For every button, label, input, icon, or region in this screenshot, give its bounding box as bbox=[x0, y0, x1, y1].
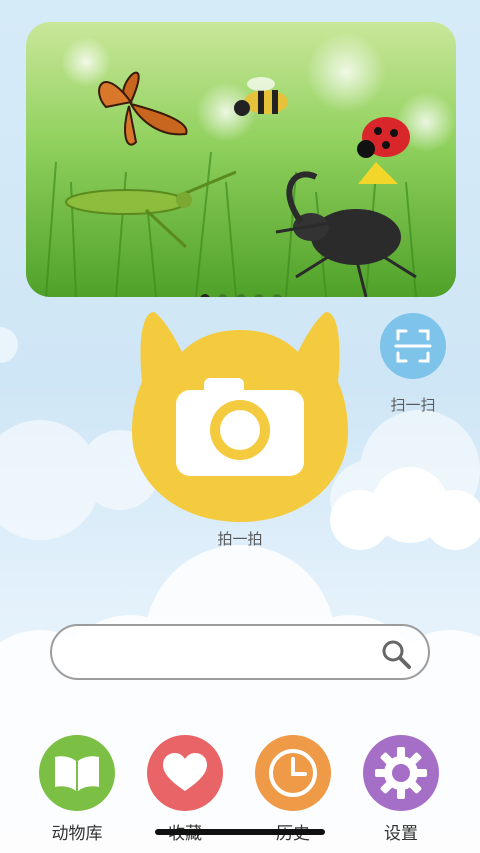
scan-icon bbox=[394, 329, 432, 363]
cat-shape bbox=[132, 312, 348, 522]
insect-banner[interactable] bbox=[26, 22, 456, 297]
scan-label: 扫一扫 bbox=[390, 396, 436, 414]
heart-icon bbox=[163, 753, 207, 791]
capture-button[interactable] bbox=[132, 312, 348, 522]
home-indicator[interactable] bbox=[155, 829, 325, 835]
carousel-dot[interactable] bbox=[254, 294, 264, 297]
banner-image bbox=[26, 22, 456, 297]
nav-item-favorites[interactable]: 收藏 bbox=[130, 735, 240, 844]
nav-circle bbox=[39, 735, 115, 811]
nav-circle bbox=[147, 735, 223, 811]
search-bar[interactable] bbox=[50, 624, 430, 680]
nav-circle bbox=[255, 735, 331, 811]
carousel-dot[interactable] bbox=[236, 294, 246, 297]
nav-label: 动物库 bbox=[51, 824, 103, 844]
carousel-dot[interactable] bbox=[200, 294, 210, 297]
search-icon[interactable] bbox=[380, 638, 412, 670]
capture-label: 拍一拍 bbox=[217, 530, 263, 548]
scan-button[interactable] bbox=[380, 313, 446, 379]
nav-circle bbox=[363, 735, 439, 811]
nav-item-history[interactable]: 历史 bbox=[238, 735, 348, 844]
carousel-dots[interactable] bbox=[26, 294, 456, 297]
gear-icon bbox=[375, 747, 427, 799]
carousel-dot[interactable] bbox=[272, 294, 282, 297]
search-input[interactable] bbox=[74, 636, 368, 670]
book-icon bbox=[55, 756, 99, 791]
nav-item-settings[interactable]: 设置 bbox=[346, 735, 456, 844]
nav-item-animal-library[interactable]: 动物库 bbox=[22, 735, 132, 844]
camera-icon bbox=[176, 378, 304, 476]
carousel-dot[interactable] bbox=[218, 294, 228, 297]
clock-icon bbox=[269, 749, 317, 797]
nav-label: 设置 bbox=[384, 824, 418, 844]
